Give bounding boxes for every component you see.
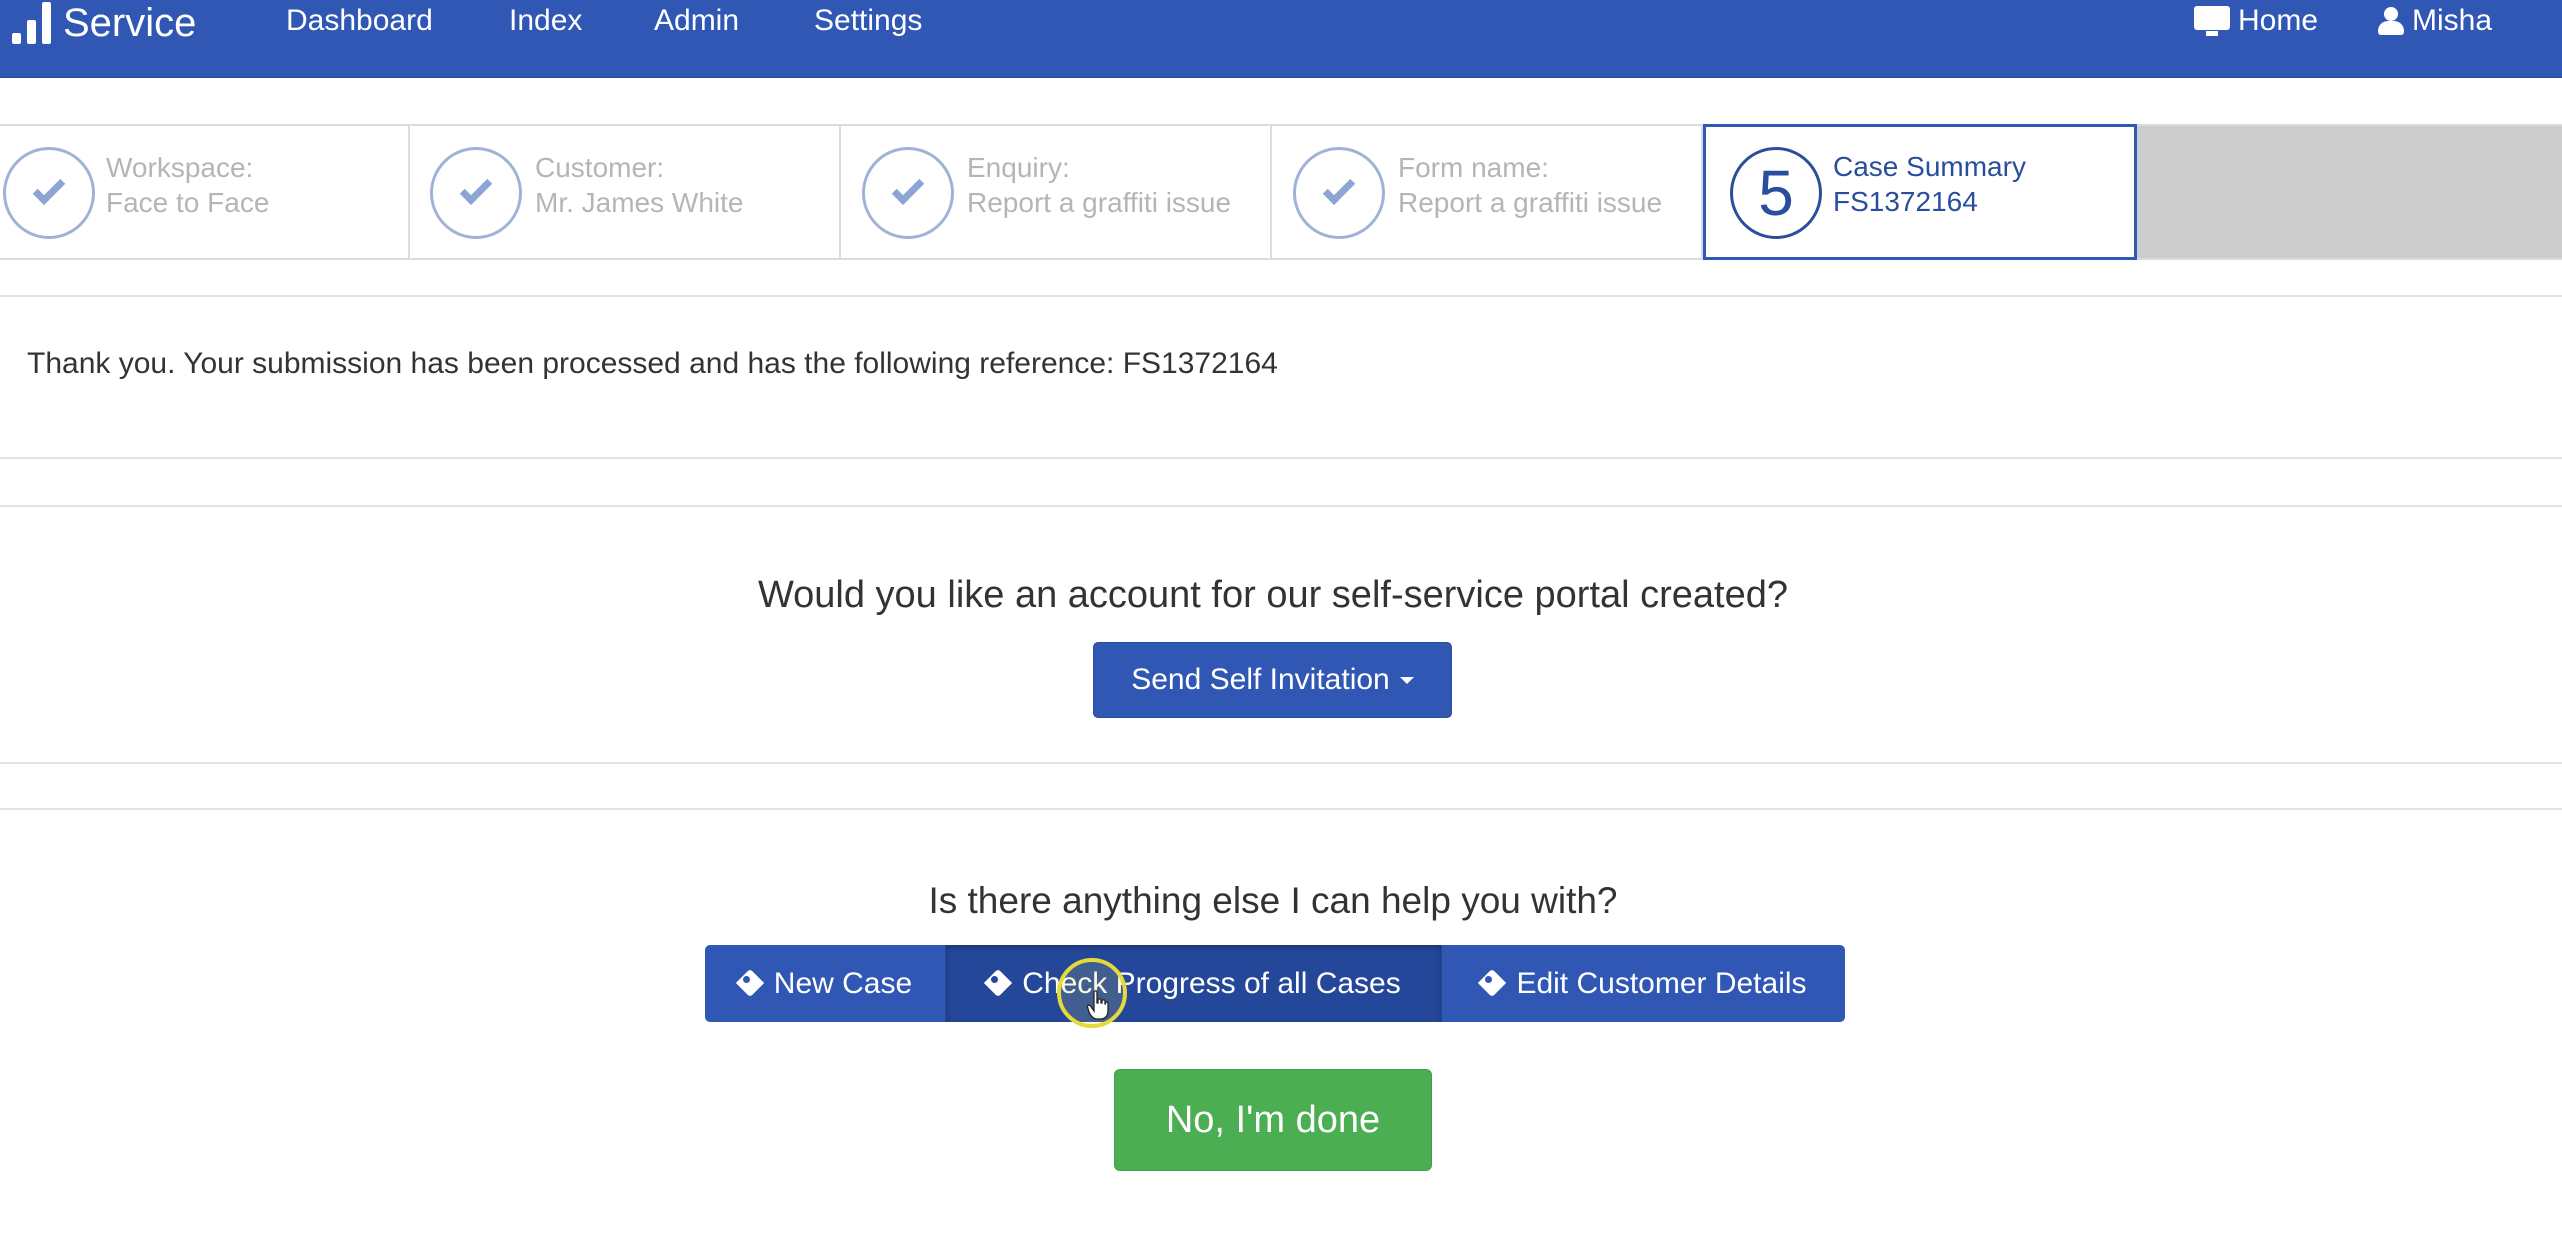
check-icon xyxy=(32,172,66,206)
check-icon xyxy=(1322,172,1356,206)
check-progress-button[interactable]: Check Progress of all Cases xyxy=(946,945,1442,1022)
wizard-steps: Workspace: Face to Face Customer: Mr. Ja… xyxy=(0,124,2562,260)
tag-icon xyxy=(984,968,1013,997)
nav-admin[interactable]: Admin xyxy=(654,0,739,42)
top-navbar: Service Dashboard Index Admin Settings H… xyxy=(0,0,2562,78)
help-question: Is there anything else I can help you wi… xyxy=(928,880,1618,921)
step-customer[interactable]: Customer: Mr. James White xyxy=(410,126,841,258)
step-complete-badge xyxy=(862,147,954,239)
step-enquiry[interactable]: Enquiry: Report a graffiti issue xyxy=(841,126,1272,258)
step-label: Enquiry: xyxy=(967,152,1070,183)
help-panel: Is there anything else I can help you wi… xyxy=(0,808,2562,1242)
nav-home-label: Home xyxy=(2238,4,2319,37)
step-label: Form name: xyxy=(1398,152,1549,183)
step-complete-badge xyxy=(1293,147,1385,239)
hand-pointer-icon xyxy=(1087,990,1109,1020)
step-number: 5 xyxy=(1758,157,1794,229)
step-form-name[interactable]: Form name: Report a graffiti issue xyxy=(1272,126,1703,258)
step-complete-badge xyxy=(430,147,522,239)
brand-name: Service xyxy=(63,0,197,45)
nav-settings[interactable]: Settings xyxy=(814,0,922,42)
step-label: Customer: xyxy=(535,152,665,183)
step-number-badge: 5 xyxy=(1730,147,1822,239)
step-value: Mr. James White xyxy=(535,187,744,218)
nav-dashboard[interactable]: Dashboard xyxy=(286,0,433,42)
step-value: FS1372164 xyxy=(1833,186,1978,217)
confirmation-panel: Thank you. Your submission has been proc… xyxy=(0,295,2562,459)
step-case-summary[interactable]: 5 Case Summary FS1372164 xyxy=(1703,124,2137,260)
invite-button-label: Send Self Invitation xyxy=(1131,663,1390,696)
portal-panel: Would you like an account for our self-s… xyxy=(0,505,2562,764)
new-case-label: New Case xyxy=(773,966,913,1000)
steps-filler xyxy=(2137,126,2562,258)
caret-down-icon xyxy=(1399,676,1414,684)
brand-logo[interactable]: Service xyxy=(12,0,196,46)
nav-index[interactable]: Index xyxy=(509,0,582,42)
help-button-group: New Case Check Progress of all Cases Edi… xyxy=(705,945,1845,1022)
portal-question: Would you like an account for our self-s… xyxy=(757,574,1789,616)
nav-user-menu[interactable]: Misha xyxy=(2378,0,2492,42)
monitor-icon xyxy=(2194,6,2230,36)
edit-customer-details-button[interactable]: Edit Customer Details xyxy=(1442,945,1845,1022)
step-label: Workspace: xyxy=(106,152,254,183)
tag-icon xyxy=(1478,968,1507,997)
tag-icon xyxy=(735,968,764,997)
send-self-invitation-button[interactable]: Send Self Invitation xyxy=(1093,642,1452,718)
nav-user-label: Misha xyxy=(2412,4,2493,37)
step-value: Report a graffiti issue xyxy=(1398,187,1663,218)
step-label: Case Summary xyxy=(1833,151,2026,182)
step-complete-badge xyxy=(3,147,95,239)
step-workspace[interactable]: Workspace: Face to Face xyxy=(0,126,410,258)
signal-bars-icon xyxy=(12,2,51,44)
done-button[interactable]: No, I'm done xyxy=(1114,1069,1432,1171)
nav-home[interactable]: Home xyxy=(2194,0,2318,42)
check-icon xyxy=(459,172,493,206)
confirmation-message: Thank you. Your submission has been proc… xyxy=(27,347,1278,380)
step-value: Face to Face xyxy=(106,187,270,218)
check-icon xyxy=(891,172,925,206)
step-value: Report a graffiti issue xyxy=(967,187,1232,218)
edit-customer-label: Edit Customer Details xyxy=(1516,966,1807,1000)
user-icon xyxy=(2378,6,2404,36)
new-case-button[interactable]: New Case xyxy=(705,945,946,1022)
